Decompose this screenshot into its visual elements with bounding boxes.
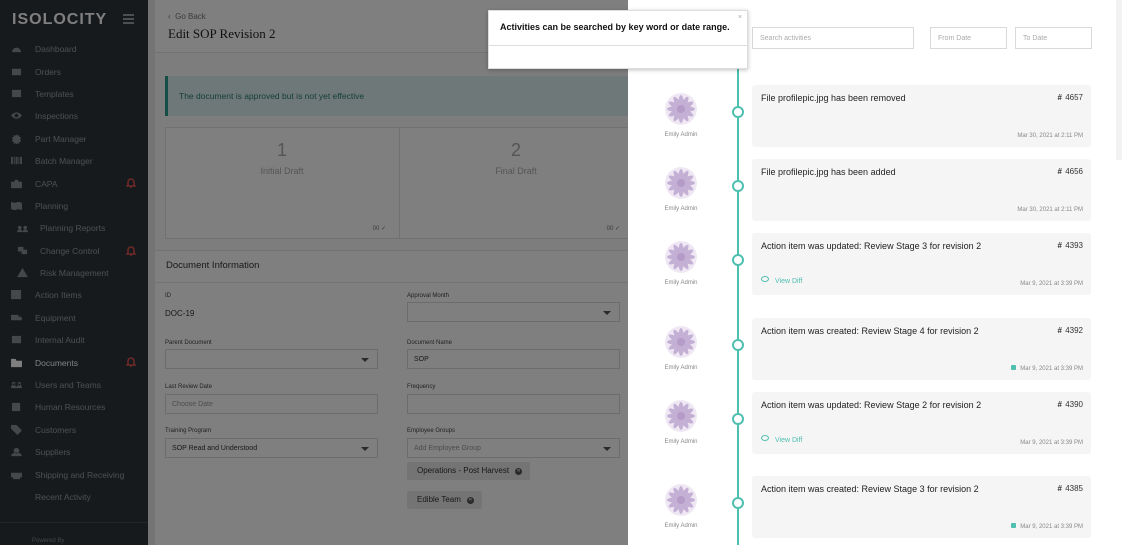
timeline-dot bbox=[732, 106, 744, 118]
activity-text: Action item was created: Review Stage 4 … bbox=[761, 326, 979, 336]
view-diff-label: View Diff bbox=[775, 278, 803, 285]
activity-card: File profilepic.jpg has been added #4656 M… bbox=[752, 159, 1091, 221]
timestamp-text: Mar 9, 2021 at 3:39 PM bbox=[1020, 440, 1083, 446]
timestamp-text: Mar 30, 2021 at 2:11 PM bbox=[1017, 133, 1083, 139]
view-diff-label: View Diff bbox=[775, 437, 803, 444]
author-name: Emily Admin bbox=[664, 523, 698, 529]
avatar bbox=[665, 326, 697, 358]
activity-id: 4390 bbox=[1065, 400, 1083, 409]
activity-timestamp: Mar 30, 2021 at 2:11 PM bbox=[1017, 207, 1083, 213]
activity-entry: Emily Admin File profilepic.jpg has been … bbox=[628, 159, 1122, 225]
author-name: Emily Admin bbox=[664, 365, 698, 371]
activity-card: Action item was created: Review Stage 3 … bbox=[752, 476, 1091, 538]
from-date-input[interactable]: From Date bbox=[930, 27, 1007, 49]
timestamp-text: Mar 9, 2021 at 3:39 PM bbox=[1020, 366, 1083, 372]
activity-card: Action item was updated: Review Stage 2 … bbox=[752, 392, 1091, 454]
search-activities-input[interactable]: Search activities bbox=[752, 27, 914, 49]
activity-card: Action item was updated: Review Stage 3 … bbox=[752, 233, 1091, 295]
activity-text: File profilepic.jpg has been removed bbox=[761, 93, 906, 103]
search-hint-tooltip: Activities can be searched by key word o… bbox=[488, 10, 748, 69]
author-name: Emily Admin bbox=[664, 206, 698, 212]
activity-text: Action item was updated: Review Stage 3 … bbox=[761, 241, 982, 251]
eye-icon bbox=[761, 435, 769, 441]
avatar bbox=[665, 93, 697, 125]
activity-timestamp: Mar 9, 2021 at 3:39 PM bbox=[1011, 365, 1083, 372]
avatar bbox=[665, 167, 697, 199]
activity-entry: Emily Admin Action item was updated: Revi… bbox=[628, 233, 1122, 299]
close-icon[interactable]: × bbox=[738, 14, 742, 21]
hash-symbol: # bbox=[1057, 400, 1062, 409]
activity-card: File profilepic.jpg has been removed #465… bbox=[752, 85, 1091, 147]
modal-backdrop[interactable] bbox=[0, 0, 628, 545]
timeline-dot bbox=[732, 254, 744, 266]
activity-timestamp: Mar 9, 2021 at 3:39 PM bbox=[1011, 523, 1083, 530]
to-date-input[interactable]: To Date bbox=[1015, 27, 1092, 49]
hash-symbol: # bbox=[1057, 167, 1062, 176]
activity-panel: Search activities From Date To Date Emil… bbox=[628, 0, 1122, 545]
author-name: Emily Admin bbox=[664, 439, 698, 445]
timeline-dot bbox=[732, 180, 744, 192]
hash-symbol: # bbox=[1057, 326, 1062, 335]
activity-entry: Emily Admin File profilepic.jpg has been … bbox=[628, 85, 1122, 151]
hash-symbol: # bbox=[1057, 484, 1062, 493]
timestamp-text: Mar 9, 2021 at 3:39 PM bbox=[1020, 524, 1083, 530]
hash-symbol: # bbox=[1057, 93, 1062, 102]
lock-icon bbox=[1011, 365, 1017, 370]
activity-text: Action item was created: Review Stage 3 … bbox=[761, 484, 979, 494]
timeline-dot bbox=[732, 413, 744, 425]
activity-text: File profilepic.jpg has been added bbox=[761, 167, 896, 177]
activity-id: 4393 bbox=[1065, 241, 1083, 250]
timestamp-text: Mar 30, 2021 at 2:11 PM bbox=[1017, 207, 1083, 213]
activity-id: 4392 bbox=[1065, 326, 1083, 335]
timeline-dot bbox=[732, 339, 744, 351]
author-name: Emily Admin bbox=[664, 132, 698, 138]
eye-icon bbox=[761, 276, 769, 282]
timeline-dot bbox=[732, 497, 744, 509]
activity-timestamp: Mar 9, 2021 at 3:39 PM bbox=[1020, 281, 1083, 287]
view-diff-link[interactable]: View Diff bbox=[761, 276, 802, 285]
tooltip-divider bbox=[489, 45, 747, 46]
avatar bbox=[665, 484, 697, 516]
activity-id: 4656 bbox=[1065, 167, 1083, 176]
activity-entry: Emily Admin Action item was created: Revi… bbox=[628, 318, 1122, 384]
activity-timestamp: Mar 30, 2021 at 2:11 PM bbox=[1017, 133, 1083, 139]
lock-icon bbox=[1011, 523, 1017, 528]
activity-text: Action item was updated: Review Stage 2 … bbox=[761, 400, 982, 410]
activity-card: Action item was created: Review Stage 4 … bbox=[752, 318, 1091, 380]
activity-id: 4657 bbox=[1065, 93, 1083, 102]
view-diff-link[interactable]: View Diff bbox=[761, 435, 802, 444]
hash-symbol: # bbox=[1057, 241, 1062, 250]
author-name: Emily Admin bbox=[664, 280, 698, 286]
activity-entry: Emily Admin Action item was created: Revi… bbox=[628, 476, 1122, 542]
avatar bbox=[665, 241, 697, 273]
timestamp-text: Mar 9, 2021 at 3:39 PM bbox=[1020, 281, 1083, 287]
activity-timestamp: Mar 9, 2021 at 3:39 PM bbox=[1020, 440, 1083, 446]
activity-id: 4385 bbox=[1065, 484, 1083, 493]
activity-entry: Emily Admin Action item was updated: Revi… bbox=[628, 392, 1122, 458]
tooltip-text: Activities can be searched by key word o… bbox=[500, 22, 730, 32]
avatar bbox=[665, 400, 697, 432]
